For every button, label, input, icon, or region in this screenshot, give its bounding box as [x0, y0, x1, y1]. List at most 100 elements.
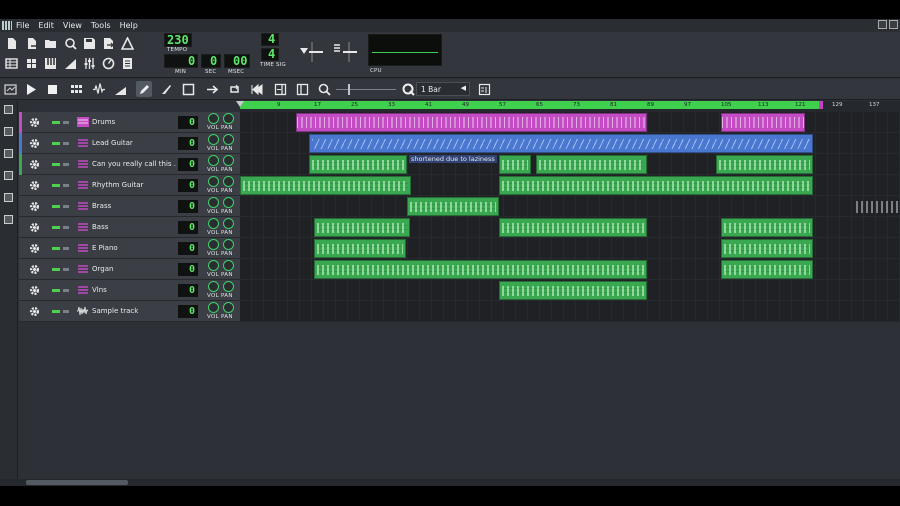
menu-view[interactable]: View [63, 21, 82, 30]
instrument-pattern[interactable] [721, 260, 813, 279]
lead-guitar-pattern[interactable] [309, 134, 813, 153]
track-pan-knob[interactable] [223, 260, 234, 271]
song-editor-button[interactable] [3, 55, 19, 71]
track-solo-button[interactable] [63, 142, 69, 145]
track-settings-gear-icon[interactable] [28, 284, 41, 297]
presets-browser-icon[interactable] [4, 171, 13, 180]
edit-mode-button[interactable] [180, 81, 196, 97]
track-name[interactable]: Rhythm Guitar [92, 181, 176, 189]
song-editor-tab-icon[interactable] [2, 81, 18, 97]
scrollbar-thumb[interactable] [26, 480, 128, 485]
track-solo-button[interactable] [63, 205, 69, 208]
track-volume-knob[interactable] [208, 281, 219, 292]
draw-mode-button[interactable] [136, 81, 152, 97]
track-solo-button[interactable] [63, 268, 69, 271]
export-project-button[interactable] [100, 35, 116, 51]
instrument-pattern[interactable] [314, 260, 647, 279]
instrument-pattern[interactable] [716, 155, 813, 174]
instrument-pattern[interactable] [314, 218, 410, 237]
track-volume-knob[interactable] [208, 302, 219, 313]
track-name[interactable]: Lead Guitar [92, 139, 176, 147]
close-window-button[interactable] [889, 20, 898, 29]
track-settings-gear-icon[interactable] [28, 137, 41, 150]
track-volume-display[interactable]: 0 [178, 179, 198, 192]
zoom-slider-handle[interactable] [348, 84, 350, 95]
instrument-plugins-icon[interactable] [4, 105, 13, 114]
track-name[interactable]: Organ [92, 265, 176, 273]
add-beat-bassline-button[interactable] [68, 81, 84, 97]
track-mute-button[interactable] [52, 184, 60, 187]
quantize-dropdown[interactable]: 1 Bar ◀ [416, 82, 470, 96]
track-settings-gear-icon[interactable] [28, 242, 41, 255]
instrument-pattern[interactable] [499, 281, 647, 300]
track-name[interactable]: Bass [92, 223, 176, 231]
track-name[interactable]: Vlns [92, 286, 176, 294]
track-pan-knob[interactable] [223, 302, 234, 313]
stop-button[interactable] [44, 81, 60, 97]
track-solo-button[interactable] [63, 121, 69, 124]
track-volume-knob[interactable] [208, 155, 219, 166]
track-mute-button[interactable] [52, 205, 60, 208]
track-pan-knob[interactable] [223, 155, 234, 166]
insert-bar-button[interactable] [272, 81, 288, 97]
instrument-pattern[interactable] [240, 176, 411, 195]
track-pan-knob[interactable] [223, 134, 234, 145]
menu-help[interactable]: Help [120, 21, 138, 30]
track-name[interactable]: E Piano [92, 244, 176, 252]
samples-browser-icon[interactable] [4, 149, 13, 158]
track-name[interactable]: Brass [92, 202, 176, 210]
track-settings-gear-icon[interactable] [28, 221, 41, 234]
track-volume-display[interactable]: 0 [178, 221, 198, 234]
track-volume-knob[interactable] [208, 134, 219, 145]
track-volume-knob[interactable] [208, 176, 219, 187]
new-project-button[interactable] [3, 35, 19, 51]
song-editor-canvas[interactable]: shortened due to laziness [240, 112, 900, 322]
metronome-button[interactable] [476, 81, 492, 97]
recent-projects-button[interactable] [62, 35, 78, 51]
track-volume-knob[interactable] [208, 218, 219, 229]
controller-rack-button[interactable] [100, 55, 116, 71]
track-pan-knob[interactable] [223, 113, 234, 124]
track-mute-button[interactable] [52, 121, 60, 124]
track-volume-knob[interactable] [208, 197, 219, 208]
piano-roll-button[interactable] [42, 55, 58, 71]
export-tracks-button[interactable] [119, 35, 135, 51]
track-volume-knob[interactable] [208, 239, 219, 250]
track-solo-button[interactable] [63, 184, 69, 187]
instrument-pattern[interactable] [721, 239, 813, 258]
track-volume-display[interactable]: 0 [178, 137, 198, 150]
remove-bar-button[interactable] [294, 81, 310, 97]
track-volume-display[interactable]: 0 [178, 305, 198, 318]
track-solo-button[interactable] [63, 226, 69, 229]
track-lane[interactable] [240, 301, 900, 322]
restore-window-button[interactable] [878, 20, 887, 29]
computer-browser-icon[interactable] [4, 215, 13, 224]
offscreen-pattern[interactable] [854, 197, 900, 216]
project-notes-button[interactable] [119, 55, 135, 71]
track-solo-button[interactable] [63, 310, 69, 313]
track-solo-button[interactable] [63, 289, 69, 292]
track-name[interactable]: Can you really call this ... [92, 160, 176, 168]
instrument-pattern[interactable] [499, 176, 813, 195]
instrument-pattern[interactable] [499, 155, 531, 174]
track-pan-knob[interactable] [223, 239, 234, 250]
zoom-slider[interactable] [336, 89, 396, 90]
home-folder-icon[interactable] [4, 193, 13, 202]
menu-tools[interactable]: Tools [91, 21, 111, 30]
beat-pattern[interactable] [721, 113, 805, 132]
track-settings-gear-icon[interactable] [28, 158, 41, 171]
track-mute-button[interactable] [52, 163, 60, 166]
add-automation-track-button[interactable] [112, 81, 128, 97]
master-pitch-slider[interactable] [333, 42, 361, 64]
fx-mixer-button[interactable] [81, 55, 97, 71]
track-volume-display[interactable]: 0 [178, 200, 198, 213]
playhead-marker[interactable] [236, 101, 244, 107]
track-mute-button[interactable] [52, 289, 60, 292]
track-mute-button[interactable] [52, 247, 60, 250]
automation-editor-button[interactable] [62, 55, 78, 71]
instrument-pattern[interactable] [499, 218, 647, 237]
quantize-icon-button[interactable] [400, 81, 416, 97]
instrument-pattern[interactable] [309, 155, 407, 174]
menu-edit[interactable]: Edit [38, 21, 54, 30]
track-volume-display[interactable]: 0 [178, 284, 198, 297]
